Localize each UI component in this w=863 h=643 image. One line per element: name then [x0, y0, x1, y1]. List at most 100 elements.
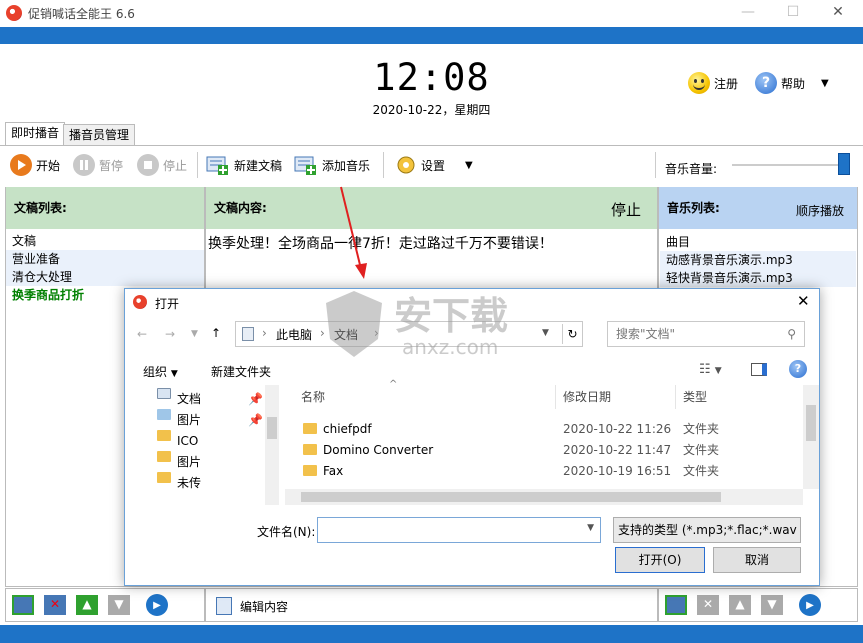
file-name: Fax [323, 464, 344, 478]
dialog-close-icon[interactable]: ✕ [797, 292, 810, 310]
back-icon[interactable]: ← [137, 327, 147, 341]
preview-pane-icon[interactable] [751, 363, 767, 376]
title-bar: 促销喊话全能王 6.6 — ☐ ✕ [0, 0, 863, 27]
toolbar-separator [197, 152, 198, 178]
filename-input[interactable]: ▼ [317, 517, 601, 543]
play-circle-icon[interactable]: ▶ [799, 594, 821, 616]
sort-icon: ^ [389, 379, 398, 390]
settings-button[interactable]: 设置 ▼ [395, 153, 473, 177]
up-icon[interactable]: ↑ [211, 326, 221, 340]
add-script-icon[interactable] [12, 595, 34, 615]
stop-label: 停止 [163, 158, 188, 173]
edit-content-button[interactable]: 编辑内容 [240, 598, 288, 615]
tab-divider [0, 145, 863, 146]
pause-button[interactable]: 暂停 [73, 153, 123, 177]
stop-button[interactable]: 停止 [137, 153, 187, 177]
volume-slider-track[interactable] [732, 164, 844, 166]
toolbar-separator [383, 152, 384, 178]
date: 2020-10-22，星期四 [372, 103, 491, 117]
list-item[interactable]: 轻快背景音乐演示.mp3 [660, 269, 856, 287]
add-music-icon [294, 156, 316, 175]
help-label: 帮助 [781, 76, 806, 91]
content-text[interactable]: 换季处理！全场商品一律7折！走过路过千万不要错误！ [208, 233, 553, 253]
file-hscrollbar[interactable] [285, 489, 803, 505]
table-row[interactable]: Fax 2020-10-19 16:51 文件夹 [303, 461, 803, 482]
tree-item[interactable]: 图片 [157, 451, 263, 473]
play-circle-icon[interactable]: ▶ [146, 594, 168, 616]
window-title: 促销喊话全能王 6.6 [28, 7, 135, 21]
help-button[interactable]: ? 帮助 ▼ [755, 72, 829, 94]
refresh-icon[interactable]: ↻ [562, 324, 582, 344]
file-date: 2020-10-22 11:47 [563, 443, 672, 457]
smiley-icon [688, 72, 710, 94]
start-label: 开始 [36, 158, 61, 173]
col-date[interactable]: 修改日期 [563, 385, 611, 409]
add-music-icon[interactable] [665, 595, 687, 615]
new-script-label: 新建文稿 [234, 158, 283, 173]
start-button[interactable]: 开始 [10, 153, 60, 177]
file-rows: chiefpdf 2020-10-22 11:26 文件夹 Domino Conve… [303, 419, 803, 482]
document-icon [157, 388, 171, 399]
chevron-down-icon[interactable]: ▼ [465, 160, 473, 171]
view-icon[interactable]: ☷ ▼ [699, 362, 722, 377]
list-item[interactable]: 营业准备 [6, 250, 204, 268]
folder-icon [157, 451, 171, 462]
tree-scrollbar[interactable] [265, 385, 279, 505]
organize-button[interactable]: 组织 ▼ [143, 363, 178, 380]
search-input[interactable]: 搜索"文档" ⚲ [607, 321, 805, 347]
file-type: 文件夹 [683, 422, 720, 436]
tree-item-label: 未传 [177, 476, 202, 490]
chevron-down-icon[interactable]: ▼ [542, 328, 549, 338]
music-list-column: 曲目 [666, 235, 691, 249]
move-down-icon[interactable]: ▼ [108, 595, 130, 615]
new-script-button[interactable]: 新建文稿 [206, 153, 282, 177]
table-row[interactable]: chiefpdf 2020-10-22 11:26 文件夹 [303, 419, 803, 440]
move-up-icon[interactable]: ▲ [729, 595, 751, 615]
file-hscroll-thumb[interactable] [301, 492, 721, 502]
settings-label: 设置 [421, 158, 446, 173]
watermark-shield-icon [326, 291, 382, 357]
tree-item-label: ICO [177, 434, 199, 448]
tree-item[interactable]: 文档 📌 [157, 388, 263, 410]
file-vscrollbar[interactable] [803, 385, 819, 489]
move-up-icon[interactable]: ▲ [76, 595, 98, 615]
list-item[interactable]: 动感背景音乐演示.mp3 [660, 251, 856, 269]
tab-announcers[interactable]: 播音员管理 [63, 124, 136, 145]
table-row[interactable]: Domino Converter 2020-10-22 11:47 文件夹 [303, 440, 803, 461]
chevron-down-icon[interactable]: ▼ [587, 523, 594, 533]
chevron-down-icon[interactable]: ▼ [191, 329, 198, 339]
tree-scroll-thumb[interactable] [267, 417, 277, 439]
close-icon[interactable]: ✕ [823, 4, 853, 22]
move-down-icon[interactable]: ▼ [761, 595, 783, 615]
register-button[interactable]: 注册 [688, 72, 738, 94]
delete-music-icon[interactable]: ✕ [697, 595, 719, 615]
new-folder-button[interactable]: 新建文件夹 [211, 363, 271, 380]
minimize-icon[interactable]: — [733, 4, 763, 22]
tree-item[interactable]: ICO [157, 430, 263, 452]
file-vscroll-thumb[interactable] [806, 405, 816, 441]
open-button[interactable]: 打开(O) [615, 547, 705, 573]
delete-script-icon[interactable]: ✕ [44, 595, 66, 615]
watermark-text: 安下载 [394, 294, 509, 338]
file-type: 文件夹 [683, 443, 720, 457]
add-music-button[interactable]: 添加音乐 [294, 153, 370, 177]
breadcrumb-pc[interactable]: 此电脑 [276, 326, 312, 343]
maximize-icon[interactable]: ☐ [778, 4, 808, 22]
volume-slider-thumb[interactable] [838, 153, 850, 175]
list-item[interactable]: 清仓大处理 [6, 268, 204, 286]
col-name[interactable]: 名称 [301, 385, 325, 409]
tab-live[interactable]: 即时播音 [5, 122, 66, 146]
add-music-label: 添加音乐 [322, 158, 371, 173]
folder-icon [303, 423, 317, 434]
filetype-select[interactable]: 支持的类型 (*.mp3;*.flac;*.wav [613, 517, 801, 543]
cancel-button[interactable]: 取消 [713, 547, 801, 573]
play-mode[interactable]: 顺序播放 [796, 202, 844, 219]
help-icon[interactable]: ? [789, 360, 807, 378]
chevron-down-icon[interactable]: ▼ [821, 78, 829, 89]
col-type[interactable]: 类型 [683, 385, 707, 409]
annotation-arrow-icon [340, 186, 367, 279]
tree-item[interactable]: 图片 📌 [157, 409, 263, 431]
music-list: 曲目 动感背景音乐演示.mp3 轻快背景音乐演示.mp3 [660, 233, 856, 287]
forward-icon[interactable]: → [165, 327, 175, 341]
tree-item[interactable]: 未传 [157, 472, 263, 494]
